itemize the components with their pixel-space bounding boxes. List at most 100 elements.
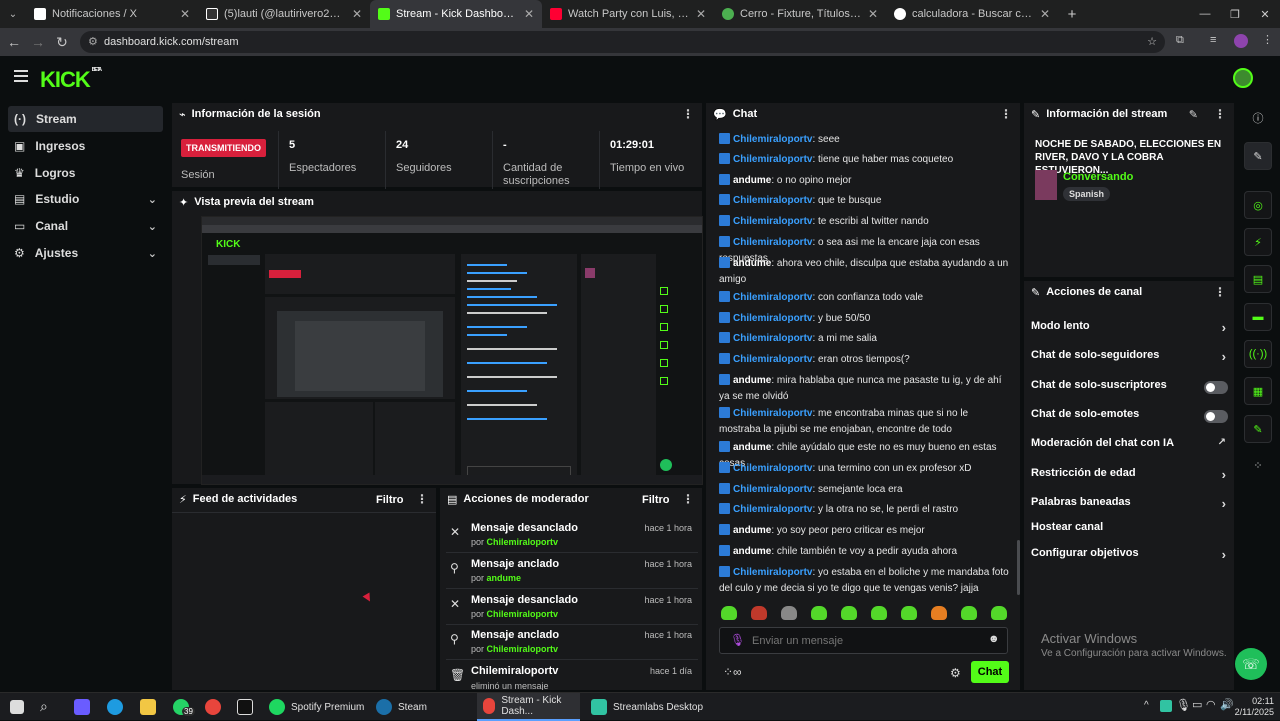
chat-message[interactable]: andume: yo soy peor pero criticar es mej…: [719, 523, 1011, 539]
chat-message[interactable]: Chilemiraloportv: yo estaba en el bolich…: [719, 565, 1011, 597]
chat-rail-icon[interactable]: ▬: [1244, 303, 1272, 331]
emote-icon[interactable]: [751, 606, 767, 620]
more-options-icon[interactable]: ⋮: [682, 492, 694, 506]
chat-message[interactable]: andume: ahora veo chile, disculpa que es…: [719, 256, 1011, 288]
close-icon[interactable]: ✕: [868, 7, 878, 21]
moderator-row[interactable]: ⚲ Mensaje anclado por Chilemiraloportv h…: [446, 626, 698, 660]
more-options-icon[interactable]: ⋮: [416, 492, 428, 506]
microphone-tray-icon[interactable]: 🎙: [1176, 698, 1191, 712]
new-tab-button[interactable]: +: [1058, 0, 1086, 28]
close-icon[interactable]: ✕: [696, 7, 706, 21]
tab-list-button[interactable]: ⌄: [0, 0, 26, 28]
chat-message[interactable]: Chilemiraloportv: seee: [719, 132, 1011, 148]
search-icon[interactable]: ⌕: [40, 698, 48, 715]
tiktok-icon[interactable]: [237, 699, 253, 715]
tools-icon[interactable]: ⁘: [1244, 451, 1272, 479]
emote-icon[interactable]: [781, 606, 797, 620]
chat-message[interactable]: andume: mira hablaba que nunca me pasast…: [719, 373, 1011, 405]
user-avatar[interactable]: [1233, 68, 1253, 88]
browser-menu-icon[interactable]: ⋮: [1262, 33, 1273, 46]
sidebar-item-ajustes[interactable]: ⚙ Ajustes ⌄: [8, 240, 163, 266]
copilot-icon[interactable]: [74, 699, 90, 715]
sidebar-item-stream[interactable]: (·) Stream: [8, 106, 163, 132]
more-options-icon[interactable]: ⋮: [1000, 107, 1012, 121]
edit-pencil-icon[interactable]: ✎: [1189, 108, 1198, 121]
tab-tiktok[interactable]: (5)lauti (@lautirivero21) | TikTok✕: [198, 0, 370, 28]
action-moderacion-ia[interactable]: Moderación del chat con IA ↗: [1031, 437, 1228, 457]
forward-button[interactable]: →: [26, 34, 50, 50]
clock[interactable]: 02:11 2/11/2025: [1234, 696, 1274, 718]
taskbar-app-kick-dashboard[interactable]: Stream - Kick Dash...: [477, 693, 580, 721]
emote-icon[interactable]: [931, 606, 947, 620]
profile-avatar[interactable]: [1234, 34, 1248, 48]
back-button[interactable]: ←: [2, 34, 26, 50]
chat-message[interactable]: Chilemiraloportv: tiene que haber mas co…: [719, 152, 1011, 168]
activity-filter-button[interactable]: Filtro: [376, 494, 404, 506]
edit-rail-icon[interactable]: ✎: [1244, 142, 1272, 170]
chrome-icon[interactable]: [205, 699, 221, 715]
emote-icon[interactable]: [841, 606, 857, 620]
moderator-row[interactable]: ✕ Mensaje desanclado por Chilemiraloport…: [446, 591, 698, 625]
more-options-icon[interactable]: ⋮: [682, 107, 694, 121]
taskbar-app-spotify[interactable]: Spotify Premium: [263, 693, 370, 721]
tray-app-icon[interactable]: [1160, 700, 1172, 712]
taskbar-app-streamlabs[interactable]: Streamlabs Desktop: [585, 693, 709, 721]
chat-message[interactable]: Chilemiraloportv: una termino con un ex …: [719, 461, 1011, 477]
taskbar-app-steam[interactable]: Steam: [370, 693, 433, 721]
action-palabras-baneadas[interactable]: Palabras baneadas ›: [1031, 496, 1228, 516]
close-icon[interactable]: ✕: [1040, 7, 1050, 21]
site-info-icon[interactable]: ⚙: [88, 31, 98, 53]
chat-scrollbar[interactable]: [1017, 540, 1020, 595]
chat-message[interactable]: Chilemiraloportv: me encontraba minas qu…: [719, 406, 1011, 438]
emoji-icon[interactable]: ☻: [988, 633, 1000, 645]
url-field[interactable]: ⚙ dashboard.kick.com/stream ☆: [80, 31, 1165, 53]
close-icon[interactable]: ✕: [524, 7, 534, 21]
emote-icon[interactable]: [871, 606, 887, 620]
moderator-row[interactable]: 🗑 Chilemiraloportv eliminó un mensaje ha…: [446, 662, 698, 690]
chat-message[interactable]: andume: chile también te voy a pedir ayu…: [719, 544, 1011, 560]
action-restriccion-edad[interactable]: Restricción de edad ›: [1031, 467, 1228, 487]
moderator-filter-button[interactable]: Filtro: [642, 494, 670, 506]
help-chat-button[interactable]: ☏: [1235, 648, 1267, 680]
network-icon[interactable]: ▭: [1192, 698, 1202, 711]
tab-kick-dashboard[interactable]: Stream - Kick Dashboard ✕: [370, 0, 542, 28]
chat-tools-icon[interactable]: ⁘∞: [723, 665, 742, 679]
action-solo-seguidores[interactable]: Chat de solo-seguidores ›: [1031, 349, 1228, 369]
action-modo-lento[interactable]: Modo lento ›: [1031, 320, 1228, 340]
tab-cerro[interactable]: Cerro - Fixture, Títulos y Plantel✕: [714, 0, 886, 28]
action-hostear-canal[interactable]: Hostear canal: [1031, 521, 1228, 541]
tab-google[interactable]: calculadora - Buscar con Google✕: [886, 0, 1058, 28]
more-options-icon[interactable]: ⋮: [1214, 285, 1226, 299]
wrench-rail-icon[interactable]: ✎: [1244, 415, 1272, 443]
moderator-row[interactable]: ⚲ Mensaje anclado por andume hace 1 hora: [446, 555, 698, 589]
broadcast-rail-icon[interactable]: ((·)): [1244, 340, 1272, 368]
tab-youtube-watch-party[interactable]: Watch Party con Luis, Davo, La Cobra✕: [542, 0, 714, 28]
lightning-icon[interactable]: ⚡: [1244, 228, 1272, 256]
close-icon[interactable]: ✕: [352, 7, 362, 21]
solo-emotes-toggle[interactable]: [1204, 410, 1228, 423]
chat-input-box[interactable]: 🎙 ☻: [719, 627, 1008, 654]
window-close-button[interactable]: ✕: [1250, 0, 1280, 28]
microphone-icon[interactable]: 🎙: [730, 633, 745, 647]
tab-notificaciones-x[interactable]: Notificaciones / X ✕: [26, 0, 198, 28]
category-link[interactable]: Conversando: [1063, 171, 1133, 183]
emote-icon[interactable]: [811, 606, 827, 620]
more-options-icon[interactable]: ⋮: [1214, 107, 1226, 121]
action-solo-emotes[interactable]: Chat de solo-emotes: [1031, 408, 1228, 428]
chat-message-input[interactable]: [752, 632, 972, 650]
restore-button[interactable]: ❐: [1220, 0, 1250, 28]
minimize-button[interactable]: —: [1190, 0, 1220, 28]
chat-message[interactable]: Chilemiraloportv: eran otros tiempos(?: [719, 352, 1011, 368]
sidebar-item-logros[interactable]: ♛ Logros: [8, 160, 163, 186]
edge-icon[interactable]: [107, 699, 123, 715]
sidebar-item-ingresos[interactable]: ▣ Ingresos: [8, 133, 163, 159]
hamburger-menu-icon[interactable]: [14, 70, 28, 82]
close-icon[interactable]: ✕: [180, 7, 190, 21]
chat-message[interactable]: Chilemiraloportv: y la otra no se, le pe…: [719, 502, 1011, 518]
emote-icon[interactable]: [901, 606, 917, 620]
bookmark-star-icon[interactable]: ☆: [1147, 31, 1157, 53]
action-configurar-objetivos[interactable]: Configurar objetivos ›: [1031, 547, 1228, 567]
chat-settings-icon[interactable]: ⚙: [950, 666, 961, 680]
reading-list-icon[interactable]: ≡: [1210, 34, 1216, 46]
chat-send-button[interactable]: Chat: [971, 661, 1009, 683]
